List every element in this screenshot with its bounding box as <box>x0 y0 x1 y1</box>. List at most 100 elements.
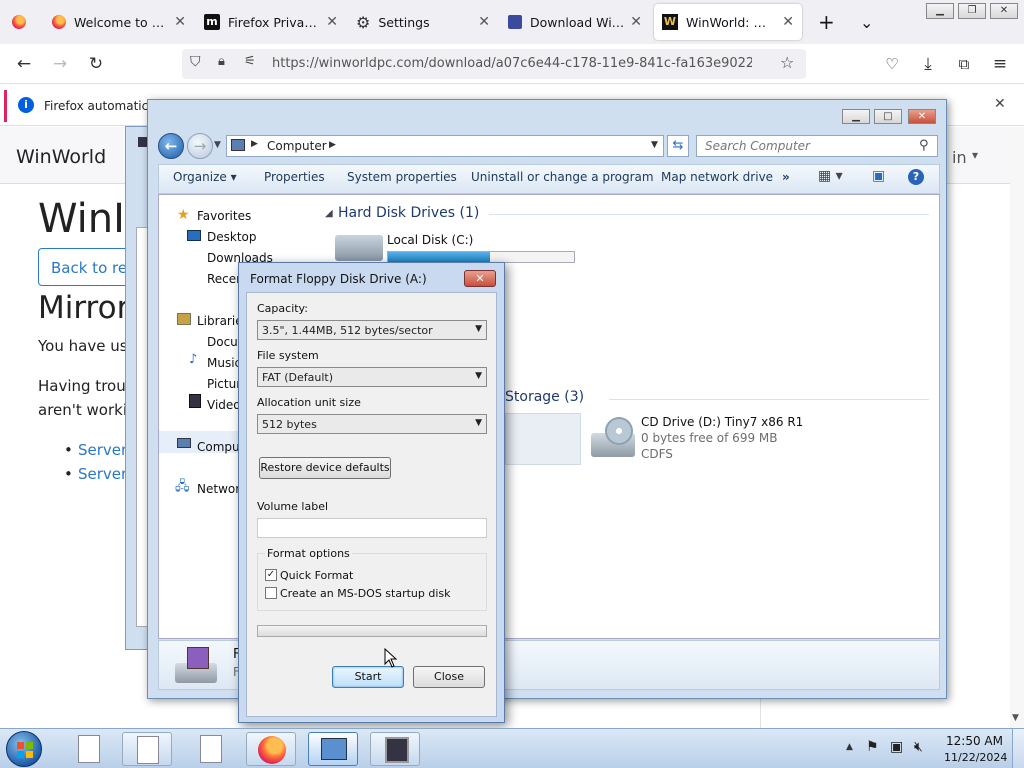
more-commands-button[interactable]: » <box>782 170 790 184</box>
system-properties-button[interactable]: System properties <box>347 170 457 184</box>
tab-winworld-active[interactable]: W WinWorld: WinImage ✕ <box>654 4 802 40</box>
clock-time[interactable]: 12:50 AM <box>946 734 1003 748</box>
tab-download[interactable]: Download WinImage ✕ <box>500 0 650 44</box>
minimize-button[interactable]: ▁ <box>926 3 954 19</box>
back-to-release-button[interactable]: Back to rel <box>38 248 138 286</box>
taskbar-explorer-icon[interactable] <box>308 732 358 766</box>
nav-music[interactable]: Music <box>207 356 241 370</box>
close-icon[interactable]: ✕ <box>994 96 1006 112</box>
properties-button[interactable]: Properties <box>264 170 325 184</box>
preview-pane-icon[interactable]: ▣ <box>872 168 885 184</box>
volume-muted-icon[interactable]: 🔇︎ <box>914 739 923 755</box>
refresh-icon[interactable]: ⇆ <box>667 135 689 157</box>
taskbar-document-icon[interactable] <box>122 732 172 766</box>
search-input[interactable]: Search Computer ⚲ <box>696 135 938 157</box>
minimize-button[interactable]: ▁ <box>842 109 870 124</box>
nav-favorites[interactable]: Favorites <box>197 209 251 223</box>
shield-icon[interactable]: ⛉ <box>190 54 201 70</box>
forward-icon[interactable]: → <box>187 133 213 159</box>
address-bar[interactable]: ▶ Computer ▶ ▼ <box>226 135 664 157</box>
firefox-menu-tab[interactable] <box>4 0 40 44</box>
chevron-right-icon[interactable]: ▶ <box>329 140 336 150</box>
nav-computer[interactable]: Compu <box>197 440 240 454</box>
start-button[interactable]: Start <box>332 666 404 688</box>
nav-libraries[interactable]: Librarie <box>197 314 243 328</box>
view-options-icon[interactable]: ▦ ▾ <box>818 168 843 184</box>
server-link[interactable]: Server <box>78 465 127 483</box>
search-icon[interactable]: ⚲ <box>919 138 929 153</box>
restore-button[interactable]: ❐ <box>958 3 986 19</box>
page-scrollbar[interactable]: ▼ <box>1010 127 1024 728</box>
capacity-select[interactable]: 3.5", 1.44MB, 512 bytes/sector ▼ <box>257 320 487 340</box>
lock-icon[interactable]: 🔒︎ <box>218 54 225 69</box>
taskbar-firefox-icon[interactable] <box>246 732 296 766</box>
local-disk-name[interactable]: Local Disk (C:) <box>387 233 473 247</box>
chevron-right-icon[interactable]: ▶ <box>251 139 258 149</box>
show-desktop-button[interactable] <box>1012 729 1024 768</box>
cd-drive-name[interactable]: CD Drive (D:) Tiny7 x86 R1 <box>641 415 803 429</box>
tab-welcome[interactable]: Welcome to Firefox ✕ <box>44 0 194 44</box>
back-icon[interactable]: ← <box>158 133 184 159</box>
extensions-icon[interactable]: ⧉ <box>950 52 978 76</box>
address-text[interactable]: Computer <box>267 139 327 153</box>
file-system-select[interactable]: FAT (Default) ▼ <box>257 367 487 387</box>
allocation-size-select[interactable]: 512 bytes ▼ <box>257 414 487 434</box>
volume-label-input[interactable] <box>257 518 487 538</box>
network-tray-icon[interactable]: ▣ <box>890 739 903 755</box>
clock-date[interactable]: 11/22/2024 <box>944 751 1007 764</box>
quick-format-label[interactable]: Quick Format <box>280 569 353 582</box>
recent-pages-icon[interactable]: ▼ <box>214 140 221 150</box>
nav-pictures[interactable]: Pictur <box>207 377 241 391</box>
reload-icon[interactable]: ↻ <box>82 52 110 76</box>
sign-in-link[interactable]: in <box>952 148 967 167</box>
close-icon[interactable]: ✕ <box>630 14 642 30</box>
maximize-button[interactable]: □ <box>874 109 902 124</box>
pocket-icon[interactable]: ♡ <box>878 52 906 76</box>
nav-videos[interactable]: Video <box>207 398 241 412</box>
restore-defaults-button[interactable]: Restore device defaults <box>259 457 391 479</box>
action-center-flag-icon[interactable]: ⚑ <box>866 739 879 755</box>
new-tab-button[interactable]: + <box>810 0 838 44</box>
server-link[interactable]: Server <box>78 441 127 459</box>
hard-disks-heading[interactable]: Hard Disk Drives (1) <box>338 205 479 221</box>
close-window-button[interactable]: ✕ <box>990 3 1018 19</box>
bookmark-star-icon[interactable]: ☆ <box>780 53 794 72</box>
collapse-icon[interactable]: ◢ <box>325 208 333 219</box>
close-icon[interactable]: ✕ <box>478 14 490 30</box>
url-text[interactable]: https://winworldpc.com/download/a07c6e44… <box>272 56 752 71</box>
url-bar[interactable]: ⛉ 🔒︎ ⚟ https://winworldpc.com/download/a… <box>182 49 806 79</box>
dialog-close-icon[interactable]: ✕ <box>464 270 496 287</box>
taskbar-document-icon[interactable] <box>64 732 114 766</box>
scroll-down-icon[interactable]: ▼ <box>1012 713 1019 723</box>
close-icon[interactable]: ✕ <box>782 14 794 30</box>
organize-menu[interactable]: Organize ▾ <box>173 170 237 184</box>
taskbar: ▲ ⚑ ▣ 🔇︎ 12:50 AM 11/22/2024 <box>0 728 1024 768</box>
tab-settings[interactable]: ⚙ Settings ✕ <box>348 0 498 44</box>
downloads-icon[interactable]: ⤓ <box>914 52 942 76</box>
help-icon[interactable]: ? <box>908 169 924 185</box>
forward-icon[interactable]: → <box>46 52 74 76</box>
close-icon[interactable]: ✕ <box>174 14 186 30</box>
tab-list-button[interactable]: ⌄ <box>852 0 880 44</box>
taskbar-winimage-icon[interactable] <box>370 732 420 766</box>
tray-expand-icon[interactable]: ▲ <box>846 742 853 752</box>
close-icon[interactable]: ✕ <box>326 14 338 30</box>
removable-heading[interactable]: Storage (3) <box>505 389 584 405</box>
start-button-icon[interactable] <box>6 731 42 767</box>
close-window-button[interactable]: ✕ <box>908 109 936 124</box>
chevron-down-icon[interactable]: ▼ <box>651 140 658 150</box>
msdos-startup-label[interactable]: Create an MS-DOS startup disk <box>280 587 451 600</box>
taskbar-document-icon[interactable] <box>186 732 236 766</box>
map-network-drive-button[interactable]: Map network drive <box>661 170 773 184</box>
tab-privacy[interactable]: m Firefox Privacy Notice ✕ <box>196 0 346 44</box>
menu-icon[interactable]: ≡ <box>986 52 1014 76</box>
site-name[interactable]: WinWorld <box>16 146 106 168</box>
msdos-startup-checkbox[interactable] <box>265 587 277 599</box>
selected-drive-tile[interactable] <box>505 413 581 465</box>
quick-format-checkbox[interactable]: ✓ <box>265 569 277 581</box>
permissions-icon[interactable]: ⚟ <box>244 54 256 69</box>
close-button[interactable]: Close <box>413 666 485 688</box>
nav-desktop[interactable]: Desktop <box>207 230 257 244</box>
uninstall-program-button[interactable]: Uninstall or change a program <box>471 170 654 184</box>
back-icon[interactable]: ← <box>10 52 38 76</box>
